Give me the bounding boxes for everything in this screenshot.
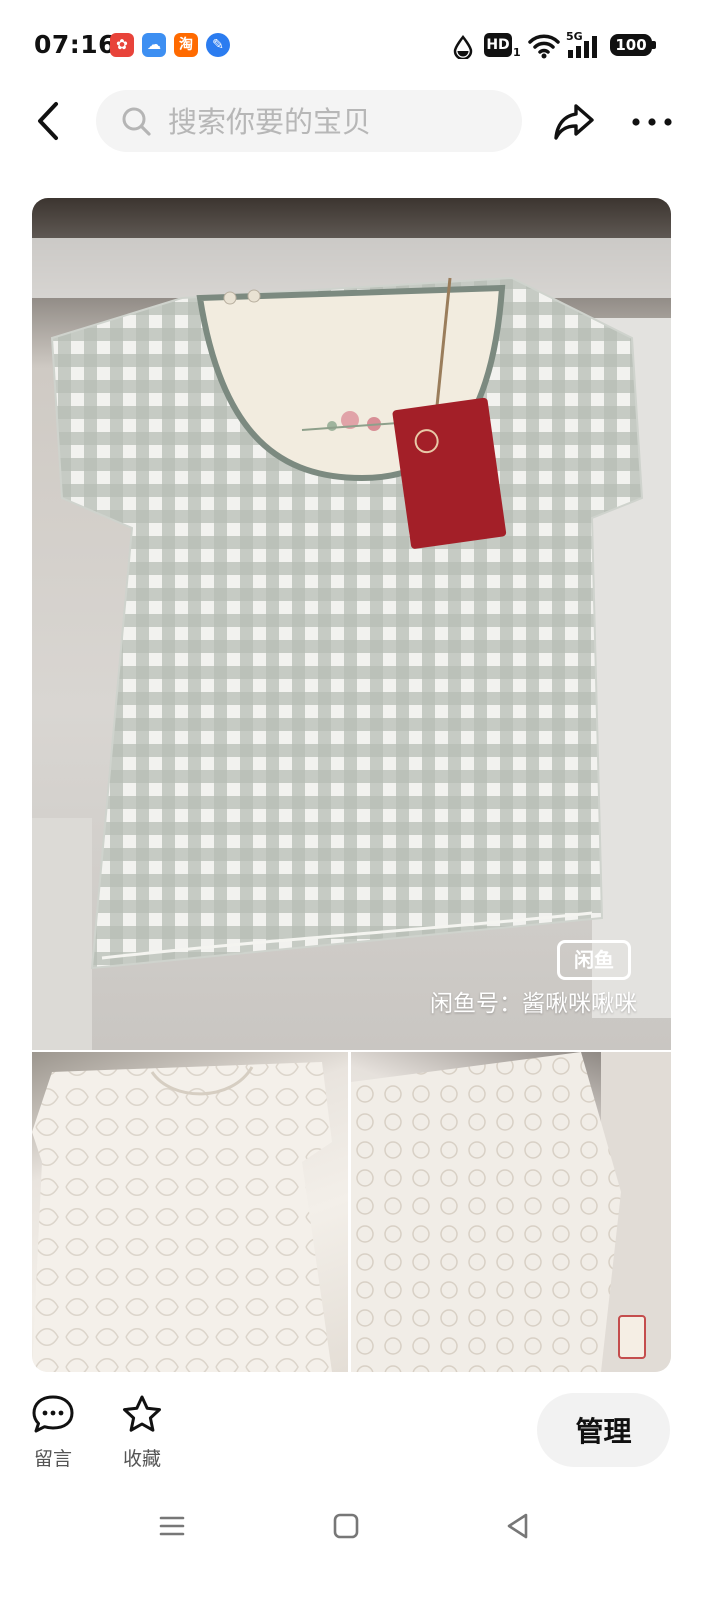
favorite-label: 收藏 xyxy=(122,1448,161,1470)
xianyu-watermark-logo: 闲鱼 xyxy=(557,940,631,980)
lace-dress-photo-2[interactable] xyxy=(351,1052,671,1372)
status-bar: 07:16 ✿ ☁ 淘 ✎ HD 1 5G 100 xyxy=(0,0,720,92)
hd-label: HD xyxy=(486,37,510,53)
search-box[interactable] xyxy=(96,90,522,154)
back-nav-icon[interactable] xyxy=(502,1510,534,1542)
drop-icon xyxy=(453,35,473,59)
manage-button[interactable]: 管理 xyxy=(537,1393,670,1467)
battery-level: 100 xyxy=(615,36,647,54)
star-icon xyxy=(123,1395,161,1432)
share-icon[interactable] xyxy=(552,100,596,144)
comment-icon xyxy=(32,1395,74,1433)
5g-signal-icon xyxy=(568,36,597,58)
hd-sub: 1 xyxy=(513,46,521,59)
xianyu-watermark-text: 闲鱼号：酱啾咪啾咪 xyxy=(430,991,637,1017)
favorite-action[interactable]: 收藏 xyxy=(112,1394,172,1471)
status-time: 07:16 xyxy=(34,30,117,59)
feather-icon: ✎ xyxy=(206,33,230,57)
comment-action[interactable]: 留言 xyxy=(23,1394,83,1471)
back-icon[interactable] xyxy=(28,96,72,146)
taobao-icon: 淘 xyxy=(174,33,198,57)
battery-indicator: 100 xyxy=(610,34,652,56)
lace-dress-photo-1[interactable] xyxy=(32,1052,348,1372)
more-icon[interactable] xyxy=(628,104,676,140)
wifi-icon xyxy=(528,34,560,59)
main-product-photo[interactable]: 闲鱼 闲鱼号：酱啾咪啾咪 xyxy=(32,198,671,1050)
search-icon xyxy=(122,107,151,136)
home-icon[interactable] xyxy=(330,1510,362,1542)
taobao-special-icon: ✿ xyxy=(110,33,134,57)
comment-label: 留言 xyxy=(33,1448,72,1470)
hd-icon: HD xyxy=(484,33,512,57)
battery-tip xyxy=(652,41,656,49)
menu-icon[interactable] xyxy=(156,1510,188,1542)
gingham-dress-illustration xyxy=(32,238,671,1050)
weather-icon: ☁ xyxy=(142,33,166,57)
lace-dress-illustration-2 xyxy=(351,1052,671,1372)
search-input[interactable] xyxy=(166,90,510,154)
lace-dress-illustration-1 xyxy=(32,1062,332,1372)
